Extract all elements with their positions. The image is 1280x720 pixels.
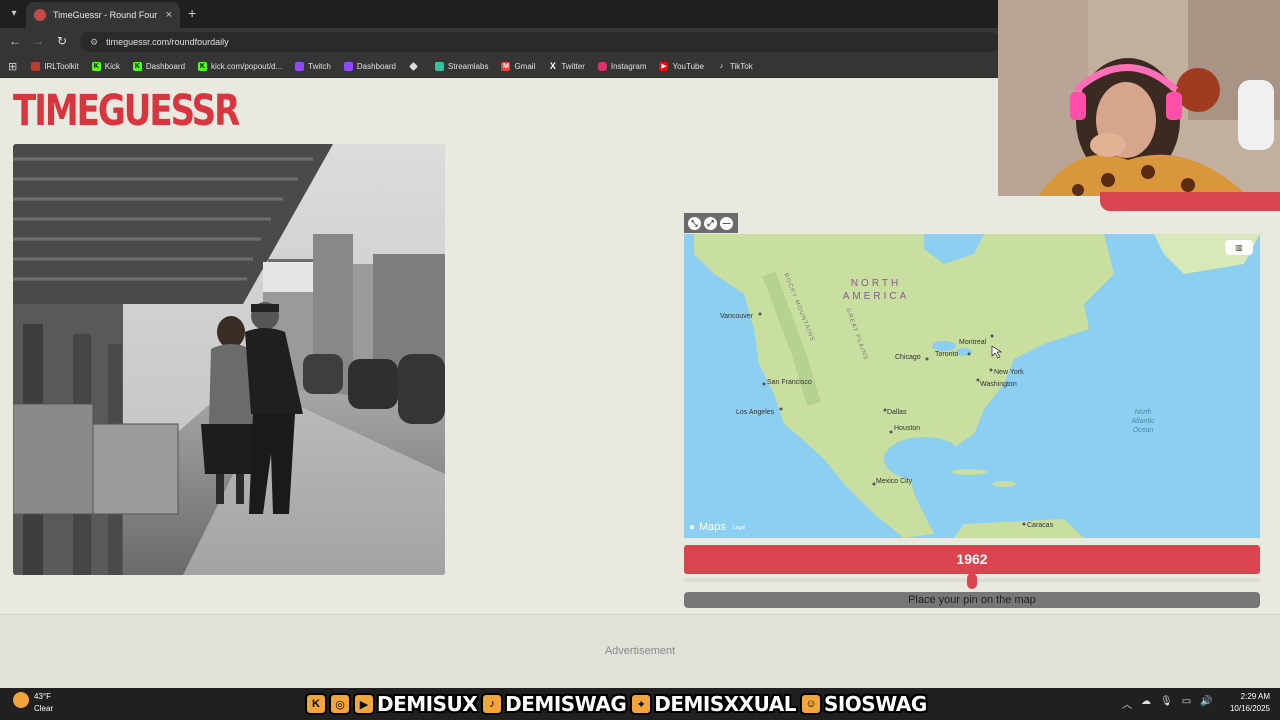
diamond-icon bbox=[409, 62, 418, 71]
map-expand-icon[interactable]: ⤢ bbox=[704, 216, 717, 230]
bookmark-twitter[interactable]: X Twitter bbox=[548, 61, 585, 72]
tab-close-icon[interactable]: × bbox=[166, 9, 172, 21]
gmail-icon: M bbox=[501, 62, 511, 71]
system-tray: ︿ ☁ 🎙 ▭ 🔊 bbox=[1122, 696, 1213, 711]
twitter-bird-icon: ✦ bbox=[630, 693, 653, 715]
irltoolkit-icon bbox=[31, 62, 41, 71]
map-pin-size-icon[interactable]: — bbox=[720, 216, 733, 230]
site-logo[interactable]: TIMEGUESSR bbox=[13, 90, 240, 133]
city-label: Los Angeles bbox=[736, 409, 775, 416]
clock-date[interactable]: 10/16/2025 bbox=[1222, 704, 1270, 713]
social-handle: DEMISWAG bbox=[505, 692, 627, 716]
city-label: San Francisco bbox=[767, 379, 812, 386]
tray-microphone-icon[interactable]: 🎙 bbox=[1160, 696, 1173, 711]
map-continent-label: AMERICA bbox=[843, 291, 910, 302]
map-continent-label: NORTH bbox=[851, 278, 901, 289]
tray-volume-icon[interactable]: 🔊 bbox=[1200, 696, 1212, 711]
weather-condition[interactable]: Clear bbox=[34, 704, 53, 713]
kick-icon: K bbox=[91, 62, 101, 71]
apps-grid-icon[interactable]: ⊞ bbox=[8, 60, 17, 73]
maps-brand: Maps bbox=[699, 521, 726, 533]
tray-chevron-up-icon[interactable]: ︿ bbox=[1122, 696, 1132, 711]
reload-icon[interactable]: ↻ bbox=[54, 34, 70, 48]
tiktok-icon: ♪ bbox=[481, 693, 504, 715]
city-label: Montreal bbox=[959, 339, 987, 346]
city-label: Mexico City bbox=[876, 478, 913, 485]
back-icon[interactable]: ← bbox=[7, 34, 23, 48]
site-info-icon[interactable]: ⚙ bbox=[90, 37, 98, 48]
instagram-icon bbox=[597, 62, 607, 71]
tab-title: TimeGuessr - Round Four bbox=[53, 10, 158, 20]
streamlabs-icon bbox=[434, 62, 444, 71]
kick-icon: K bbox=[198, 62, 208, 71]
city-label: Caracas bbox=[1027, 522, 1054, 529]
city-label: Houston bbox=[894, 425, 920, 432]
round-photo bbox=[13, 144, 445, 575]
city-label: Toronto bbox=[935, 351, 958, 358]
street-scene-image bbox=[13, 144, 445, 575]
tiktok-icon: ♪ bbox=[719, 63, 724, 70]
social-handle: DEMISUX bbox=[377, 692, 478, 716]
clock-time[interactable]: 2:29 AM bbox=[1230, 692, 1270, 701]
map-layer-button[interactable]: ▥ bbox=[1225, 240, 1253, 255]
weather-temperature[interactable]: 43°F bbox=[34, 692, 51, 701]
social-handle: SIOSWAG bbox=[823, 692, 927, 716]
kick-icon: K bbox=[132, 62, 142, 71]
youtube-icon: ▶ bbox=[353, 693, 375, 715]
address-url: timeguessr.com/roundfourdaily bbox=[106, 37, 229, 47]
city-label: Dallas bbox=[887, 409, 907, 416]
tray-cloud-icon[interactable]: ☁ bbox=[1141, 696, 1151, 711]
map-shrink-icon[interactable]: ⤡ bbox=[688, 216, 701, 230]
city-label: New York bbox=[994, 369, 1024, 376]
tray-display-icon[interactable]: ▭ bbox=[1182, 696, 1191, 711]
city-label: Vancouver bbox=[720, 313, 754, 320]
active-tab[interactable]: TimeGuessr - Round Four × bbox=[26, 2, 180, 28]
bookmark-twitch-dashboard[interactable]: Dashboard bbox=[343, 62, 396, 71]
twitch-icon bbox=[295, 62, 305, 71]
advertisement-label: Advertisement bbox=[604, 645, 676, 657]
map-ocean-label: Atlantic bbox=[1131, 418, 1155, 425]
guess-map[interactable]: NORTH AMERICA ROCKY MOUNTAINS GREAT PLAI… bbox=[684, 234, 1260, 538]
bookmark-diamond[interactable] bbox=[409, 62, 422, 71]
map-ocean-label: North bbox=[1134, 409, 1151, 416]
site-favicon-icon bbox=[34, 9, 46, 21]
snapchat-icon: ☺ bbox=[799, 693, 822, 715]
twitch-icon bbox=[343, 62, 353, 71]
bookmark-gmail[interactable]: M Gmail bbox=[501, 62, 535, 71]
city-label: Chicago bbox=[895, 354, 921, 361]
x-icon: X bbox=[549, 61, 556, 71]
address-bar[interactable]: ⚙ timeguessr.com/roundfourdaily bbox=[80, 32, 1000, 52]
bookmark-kick[interactable]: K Kick bbox=[91, 62, 120, 71]
instagram-icon: ◎ bbox=[329, 693, 351, 715]
bookmark-instagram[interactable]: Instagram bbox=[597, 62, 646, 71]
weather-moon-icon[interactable] bbox=[13, 692, 29, 708]
webcam-overlay bbox=[998, 0, 1280, 196]
city-label: Washington bbox=[980, 381, 1017, 388]
new-tab-button[interactable]: + bbox=[188, 5, 196, 21]
map-canvas[interactable]: NORTH AMERICA ROCKY MOUNTAINS GREAT PLAI… bbox=[684, 234, 1260, 538]
bookmark-twitch[interactable]: Twitch bbox=[295, 62, 331, 71]
score-badge bbox=[1100, 192, 1280, 211]
bookmark-youtube[interactable]: ▶ YouTube bbox=[659, 62, 704, 71]
map-size-controls: ⤡ ⤢ — bbox=[684, 213, 738, 233]
bookmark-tiktok[interactable]: ♪ TikTok bbox=[717, 62, 753, 71]
forward-icon[interactable]: → bbox=[30, 34, 46, 48]
social-handles-overlay: K ◎ ▶ DEMISUX ♪ DEMISWAG ✦ DEMISXXUAL ☺ … bbox=[305, 690, 929, 718]
year-slider-thumb[interactable] bbox=[967, 573, 977, 589]
kick-icon: K bbox=[305, 693, 327, 715]
tab-list-icon[interactable]: ▾ bbox=[6, 6, 22, 22]
maps-legal-link[interactable]: Legal bbox=[733, 525, 745, 531]
bookmark-kick-popout[interactable]: Kkick.com/popout/d... bbox=[198, 62, 282, 71]
map-ocean-label: Ocean bbox=[1133, 427, 1154, 434]
bookmark-irltoolkit[interactable]: IRLToolkit bbox=[31, 62, 79, 71]
youtube-icon: ▶ bbox=[659, 62, 669, 71]
bookmark-streamlabs[interactable]: Streamlabs bbox=[434, 62, 488, 71]
place-pin-button[interactable]: Place your pin on the map bbox=[684, 592, 1260, 608]
webcam-feed bbox=[998, 0, 1280, 196]
apple-logo-icon: ● bbox=[689, 522, 695, 533]
bookmark-kick-dashboard[interactable]: K Dashboard bbox=[132, 62, 185, 71]
social-handle: DEMISXXUAL bbox=[654, 692, 796, 716]
year-display: 1962 bbox=[684, 545, 1260, 574]
